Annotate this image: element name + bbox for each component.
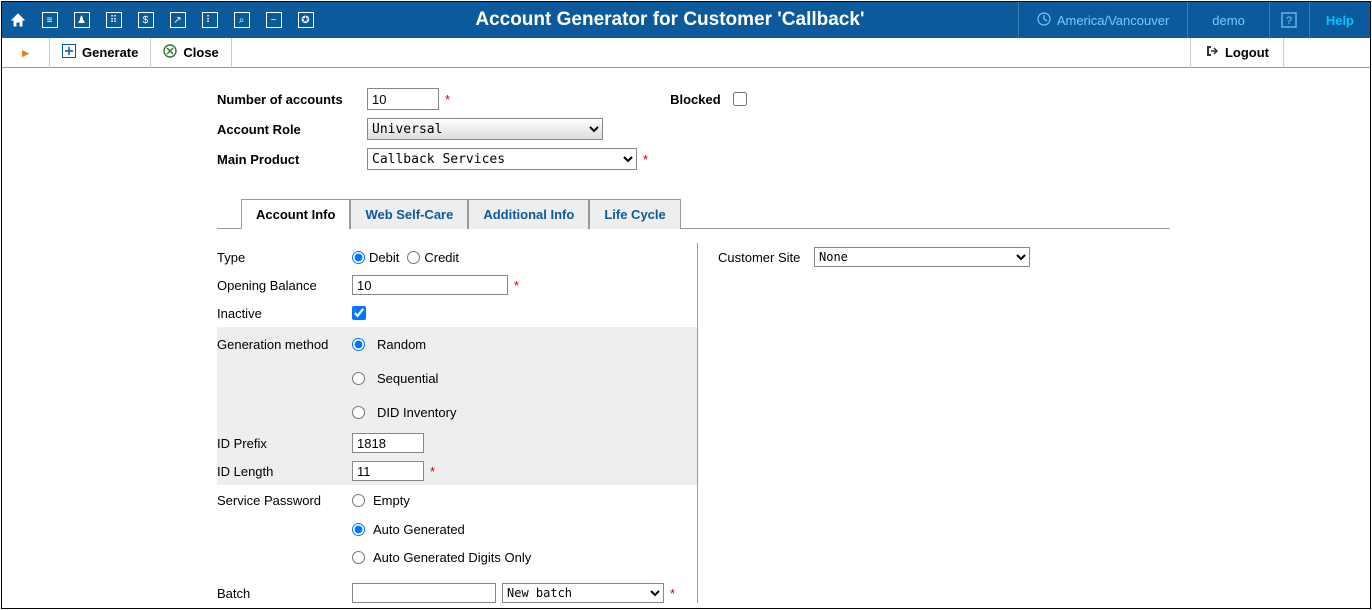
timezone-label: America/Vancouver xyxy=(1057,13,1169,28)
type-credit-radio[interactable] xyxy=(407,251,420,264)
required-marker: * xyxy=(670,586,675,601)
tab-account-info[interactable]: Account Info xyxy=(241,199,350,229)
account-role-label: Account Role xyxy=(217,122,367,137)
user-link[interactable]: demo xyxy=(1187,2,1269,38)
logout-label: Logout xyxy=(1225,45,1269,60)
dollar-icon[interactable]: $ xyxy=(130,2,162,38)
help-link[interactable]: Help xyxy=(1309,2,1370,38)
list-icon[interactable]: ≡ xyxy=(34,2,66,38)
gen-sequential-radio[interactable] xyxy=(352,372,365,385)
shield-icon[interactable]: ✪ xyxy=(290,2,322,38)
close-icon xyxy=(163,44,177,61)
required-marker: * xyxy=(514,278,519,293)
generate-label: Generate xyxy=(82,45,138,60)
gen-random-label: Random xyxy=(377,337,426,352)
plus-icon xyxy=(62,44,76,61)
service-pw-label: Service Password xyxy=(217,493,352,508)
type-credit-label: Credit xyxy=(424,250,459,265)
topbar: ≡ ♟ ⠿ $ ↗ ⠇ ⌕ ~ ✪ Account Generator for … xyxy=(2,2,1370,38)
account-role-select[interactable]: Universal xyxy=(367,118,603,140)
required-marker: * xyxy=(430,464,435,479)
grid-icon[interactable]: ⠿ xyxy=(98,2,130,38)
gen-sequential-label: Sequential xyxy=(377,371,438,386)
blocked-label: Blocked xyxy=(670,92,721,107)
chart-icon[interactable]: ~ xyxy=(258,2,290,38)
pw-auto-digits-label: Auto Generated Digits Only xyxy=(373,550,531,565)
home-icon[interactable] xyxy=(2,2,34,38)
run-button[interactable]: ▸ xyxy=(2,38,50,68)
batch-select[interactable]: New batch xyxy=(502,583,664,603)
logout-icon xyxy=(1205,44,1219,61)
opening-balance-label: Opening Balance xyxy=(217,278,352,293)
id-length-label: ID Length xyxy=(217,464,352,479)
content: Number of accounts * Blocked Account Rol… xyxy=(2,68,1370,607)
inactive-checkbox[interactable] xyxy=(352,306,366,320)
blocked-checkbox[interactable] xyxy=(733,92,747,106)
close-label: Close xyxy=(183,45,218,60)
clock-icon xyxy=(1037,12,1051,29)
dialpad-icon[interactable]: ⠇ xyxy=(194,2,226,38)
tab-life-cycle[interactable]: Life Cycle xyxy=(589,199,680,229)
export-icon[interactable]: ↗ xyxy=(162,2,194,38)
tab-additional-info[interactable]: Additional Info xyxy=(468,199,589,229)
id-prefix-input[interactable] xyxy=(352,433,424,453)
inactive-label: Inactive xyxy=(217,306,352,321)
batch-label: Batch xyxy=(217,586,352,601)
topbar-icons: ≡ ♟ ⠿ $ ↗ ⠇ ⌕ ~ ✪ xyxy=(2,2,322,38)
pw-auto-label: Auto Generated xyxy=(373,522,465,537)
pw-auto-digits-radio[interactable] xyxy=(352,551,365,564)
gen-did-label: DID Inventory xyxy=(377,405,456,420)
gen-did-radio[interactable] xyxy=(352,406,365,419)
gen-random-radio[interactable] xyxy=(352,338,365,351)
type-debit-radio[interactable] xyxy=(352,251,365,264)
customer-site-label: Customer Site xyxy=(718,250,814,265)
required-marker: * xyxy=(445,92,450,107)
toolbar: ▸ Generate Close Logout xyxy=(2,38,1370,68)
close-button[interactable]: Close xyxy=(151,38,231,68)
num-accounts-label: Number of accounts xyxy=(217,92,367,107)
opening-balance-input[interactable] xyxy=(352,275,508,295)
generate-button[interactable]: Generate xyxy=(50,38,151,68)
tabs: Account Info Web Self-Care Additional In… xyxy=(217,198,1370,228)
gen-method-label: Generation method xyxy=(217,337,352,352)
id-length-input[interactable] xyxy=(352,461,424,481)
main-product-select[interactable]: Callback Services xyxy=(367,148,637,170)
person-icon[interactable]: ♟ xyxy=(66,2,98,38)
type-label: Type xyxy=(217,250,352,265)
customer-site-select[interactable]: None xyxy=(814,247,1030,267)
pw-empty-label: Empty xyxy=(373,493,410,508)
pw-auto-radio[interactable] xyxy=(352,523,365,536)
batch-input[interactable] xyxy=(352,583,496,603)
logout-button[interactable]: Logout xyxy=(1190,38,1284,68)
help-icon[interactable]: ? xyxy=(1269,2,1309,38)
search-icon[interactable]: ⌕ xyxy=(226,2,258,38)
num-accounts-input[interactable] xyxy=(367,88,439,110)
page-title: Account Generator for Customer 'Callback… xyxy=(322,9,1018,31)
type-debit-label: Debit xyxy=(369,250,399,265)
required-marker: * xyxy=(643,152,648,167)
svg-text:?: ? xyxy=(1286,15,1292,27)
id-prefix-label: ID Prefix xyxy=(217,436,352,451)
main-product-label: Main Product xyxy=(217,152,367,167)
play-icon: ▸ xyxy=(22,45,29,61)
tab-web-self-care[interactable]: Web Self-Care xyxy=(350,199,468,229)
pw-empty-radio[interactable] xyxy=(352,494,365,507)
timezone[interactable]: America/Vancouver xyxy=(1018,2,1187,38)
